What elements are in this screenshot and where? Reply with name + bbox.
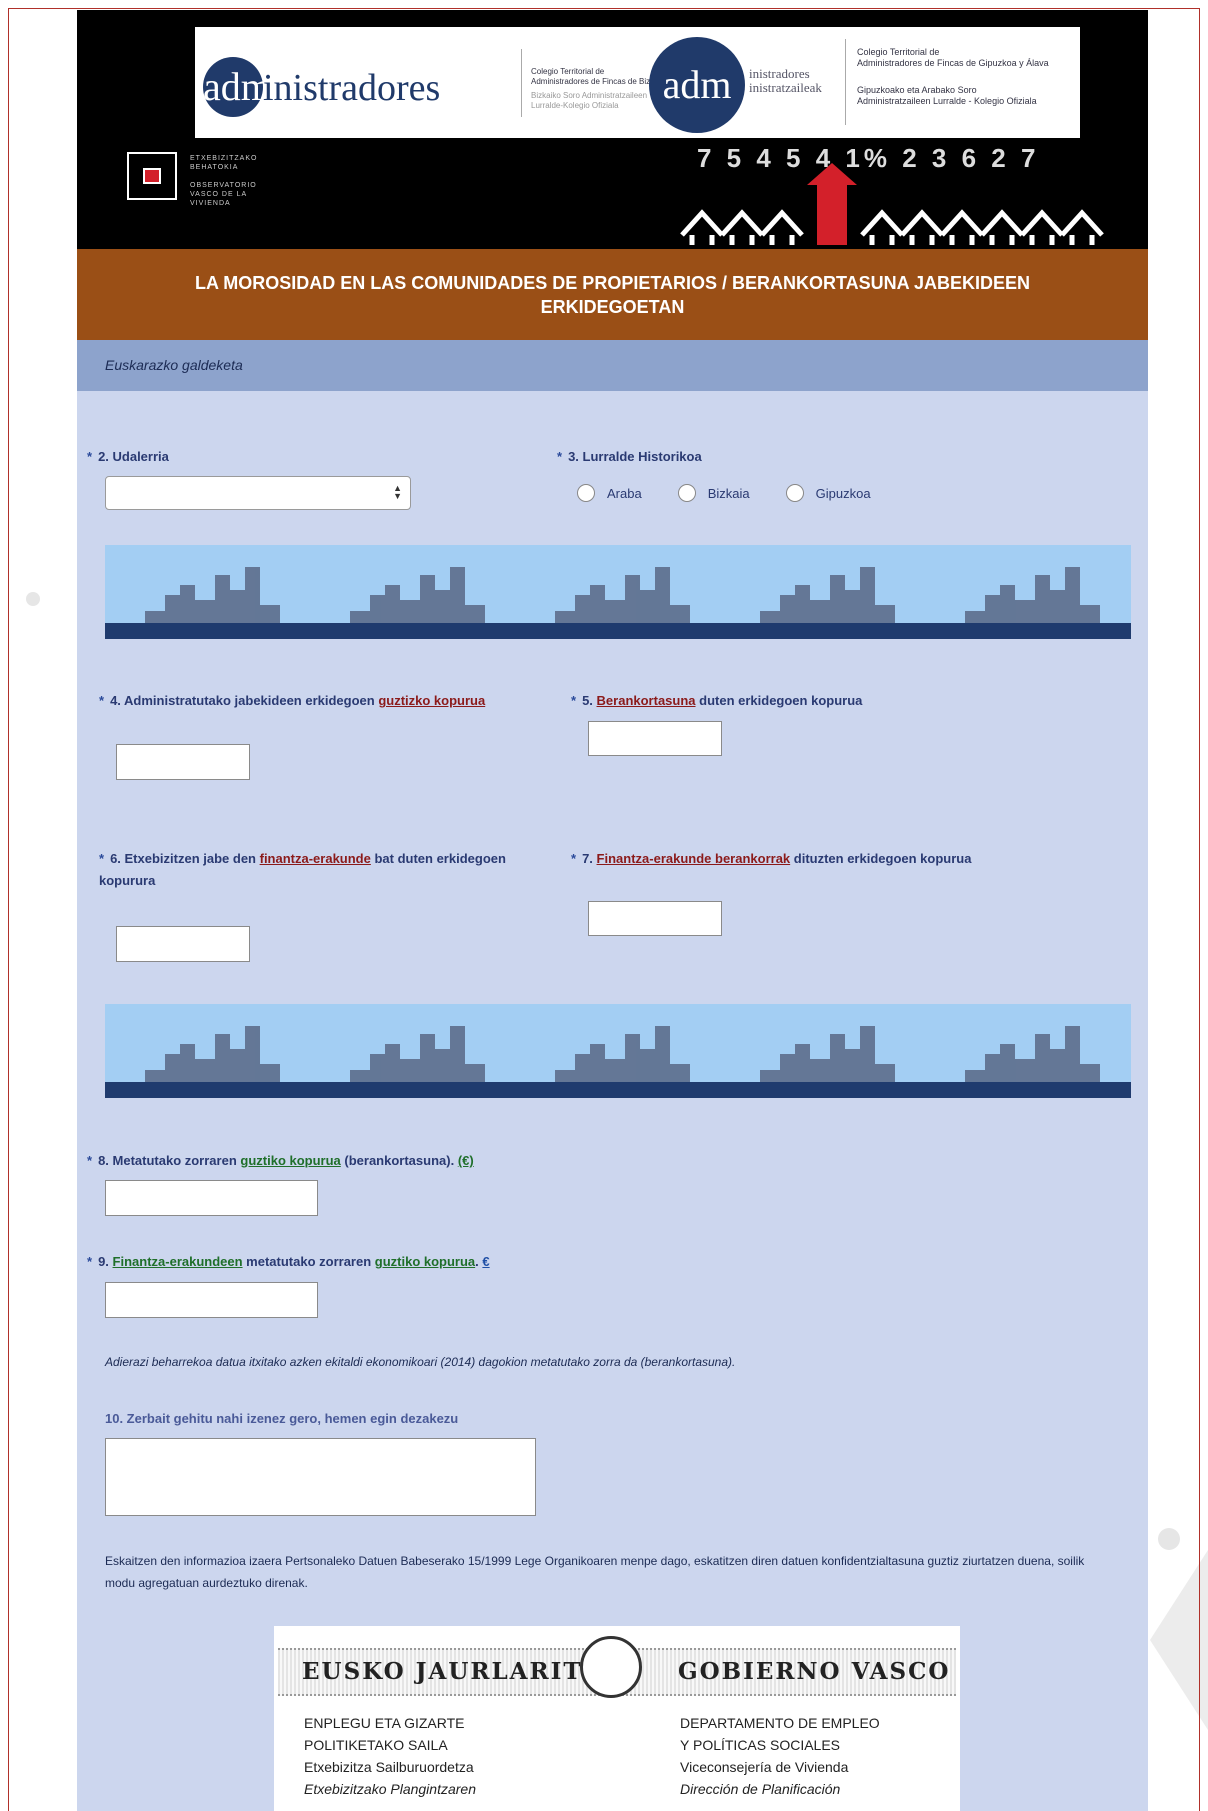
- observatorio-logo-icon: [127, 152, 177, 200]
- q4-label: * 4. Administratutako jabekideen erkidego…: [99, 693, 486, 708]
- q5-label: * 5. Berankortasuna duten erkidegoen kopu…: [571, 693, 863, 708]
- administradores-logo: administradores Colegio Territorial de A…: [195, 27, 1080, 138]
- observatorio-text: ETXEBIZITZAKO BEHATOKIA OBSERVATORIO VAS…: [190, 155, 258, 207]
- finantza-erakunde-link[interactable]: finantza-erakunde: [260, 851, 371, 866]
- subheader-text: Euskarazko galdeketa: [105, 357, 243, 373]
- q6-input[interactable]: [116, 926, 250, 962]
- finantza-erakundeen-link[interactable]: Finantza-erakundeen: [113, 1254, 243, 1269]
- logo-right-rest: inistradores inistratzaileak: [749, 66, 822, 95]
- q7-label: * 7. Finantza-erakunde berankorrak dituzt…: [571, 851, 972, 866]
- select-arrows-icon: ▲ ▼: [393, 483, 402, 501]
- header-banner: administradores Colegio Territorial de A…: [77, 10, 1148, 249]
- logo-right-main: adm: [649, 37, 745, 133]
- gov-left-line2: POLITIKETAKO SAILA: [304, 1737, 448, 1753]
- q3-label: * 3. Lurralde Historikoa: [557, 449, 702, 464]
- euro-link[interactable]: (€): [458, 1153, 474, 1168]
- q10-label: 10. Zerbait gehitu nahi izenez gero, hem…: [105, 1411, 459, 1426]
- radio-circle[interactable]: [577, 484, 595, 502]
- gov-left-line3: Etxebizitza Sailburuordetza: [304, 1759, 474, 1775]
- q7-input[interactable]: [588, 901, 722, 936]
- guztizko-kopurua-link[interactable]: guztizko kopurua: [378, 693, 485, 708]
- q9-label: * 9. Finantza-erakundeen metatutako zorra…: [87, 1254, 490, 1269]
- coat-of-arms-icon: [580, 1636, 642, 1698]
- logo-left-sub1: Colegio Territorial de Administradores d…: [531, 67, 665, 86]
- guztiko-kopurua-link[interactable]: guztiko kopurua: [240, 1153, 340, 1168]
- page-title: LA MOROSIDAD EN LAS COMUNIDADES DE PROPI…: [77, 249, 1148, 340]
- q9-input[interactable]: [105, 1282, 318, 1318]
- language-subheader: Euskarazko galdeketa: [77, 340, 1148, 391]
- q2-label: * 2. Udalerria: [87, 449, 169, 464]
- logo-left-sub2: Bizkaiko Soro Administratzaileen Lurrald…: [531, 91, 648, 110]
- q8-label: * 8. Metatutako zorraren guztiko kopurua …: [87, 1153, 474, 1168]
- logo-right-sub1: Colegio Territorial de Administradores d…: [857, 47, 1049, 68]
- q4-input[interactable]: [116, 744, 250, 780]
- gov-right-line4: Dirección de Planificación: [680, 1781, 841, 1797]
- radio-bizkaia[interactable]: Bizkaia: [677, 484, 750, 502]
- q5-input[interactable]: [588, 721, 722, 756]
- radio-araba[interactable]: Araba: [577, 484, 642, 502]
- gov-left-title: EUSKO JAURLARITZA: [302, 1658, 622, 1685]
- radio-gipuzkoa[interactable]: Gipuzkoa: [785, 484, 871, 502]
- houses-arrow-graphic: 7 5 4 5 4 1% 2 3 6 2 7: [680, 143, 1104, 245]
- gov-left-line1: ENPLEGU ETA GIZARTE: [304, 1715, 465, 1731]
- finantza-erakunde-berankorrak-link[interactable]: Finantza-erakunde berankorrak: [597, 851, 791, 866]
- city-skyline-banner: [105, 545, 1131, 639]
- lurralde-radio-group: Araba Bizkaia Gipuzkoa: [577, 484, 907, 502]
- gov-right-line1: DEPARTAMENTO DE EMPLEO: [680, 1715, 880, 1731]
- gov-left-line4: Etxebizitzako Plangintzaren: [304, 1781, 476, 1797]
- logo-left-main: administradores: [203, 57, 440, 117]
- guztiko-kopurua-link[interactable]: guztiko kopurua: [375, 1254, 475, 1269]
- numbers-art: 7 5 4 5 4 1% 2 3 6 2 7: [697, 143, 1039, 173]
- q10-textarea[interactable]: [105, 1438, 536, 1516]
- legal-text: Eskaitzen den informazioa izaera Pertson…: [105, 1554, 1085, 1590]
- udalerria-select[interactable]: ▲ ▼: [105, 476, 411, 510]
- euro-link[interactable]: €: [482, 1254, 489, 1269]
- survey-page: administradores Colegio Territorial de A…: [77, 10, 1148, 1811]
- gov-right-line2: Y POLÍTICAS SOCIALES: [680, 1737, 841, 1753]
- gov-right-title: GOBIERNO VASCO: [678, 1658, 951, 1685]
- radio-circle[interactable]: [785, 484, 804, 502]
- note-text: Adierazi beharrekoa datua itxitako azken…: [105, 1355, 736, 1369]
- logo-right-sub2: Gipuzkoako eta Arabako Soro Administratz…: [857, 85, 1037, 106]
- gov-right-line3: Viceconsejería de Vivienda: [680, 1759, 849, 1775]
- q8-input[interactable]: [105, 1180, 318, 1216]
- radio-circle[interactable]: [677, 484, 696, 502]
- berankortasuna-link[interactable]: Berankortasuna: [597, 693, 696, 708]
- gobierno-vasco-logo: EUSKO JAURLARITZA GOBIERNO VASCO ENPLEGU…: [274, 1626, 960, 1811]
- city-skyline-banner: [105, 1004, 1131, 1098]
- q6-label: * 6. Etxebizitzen jabe den finantza-eraku…: [99, 851, 506, 888]
